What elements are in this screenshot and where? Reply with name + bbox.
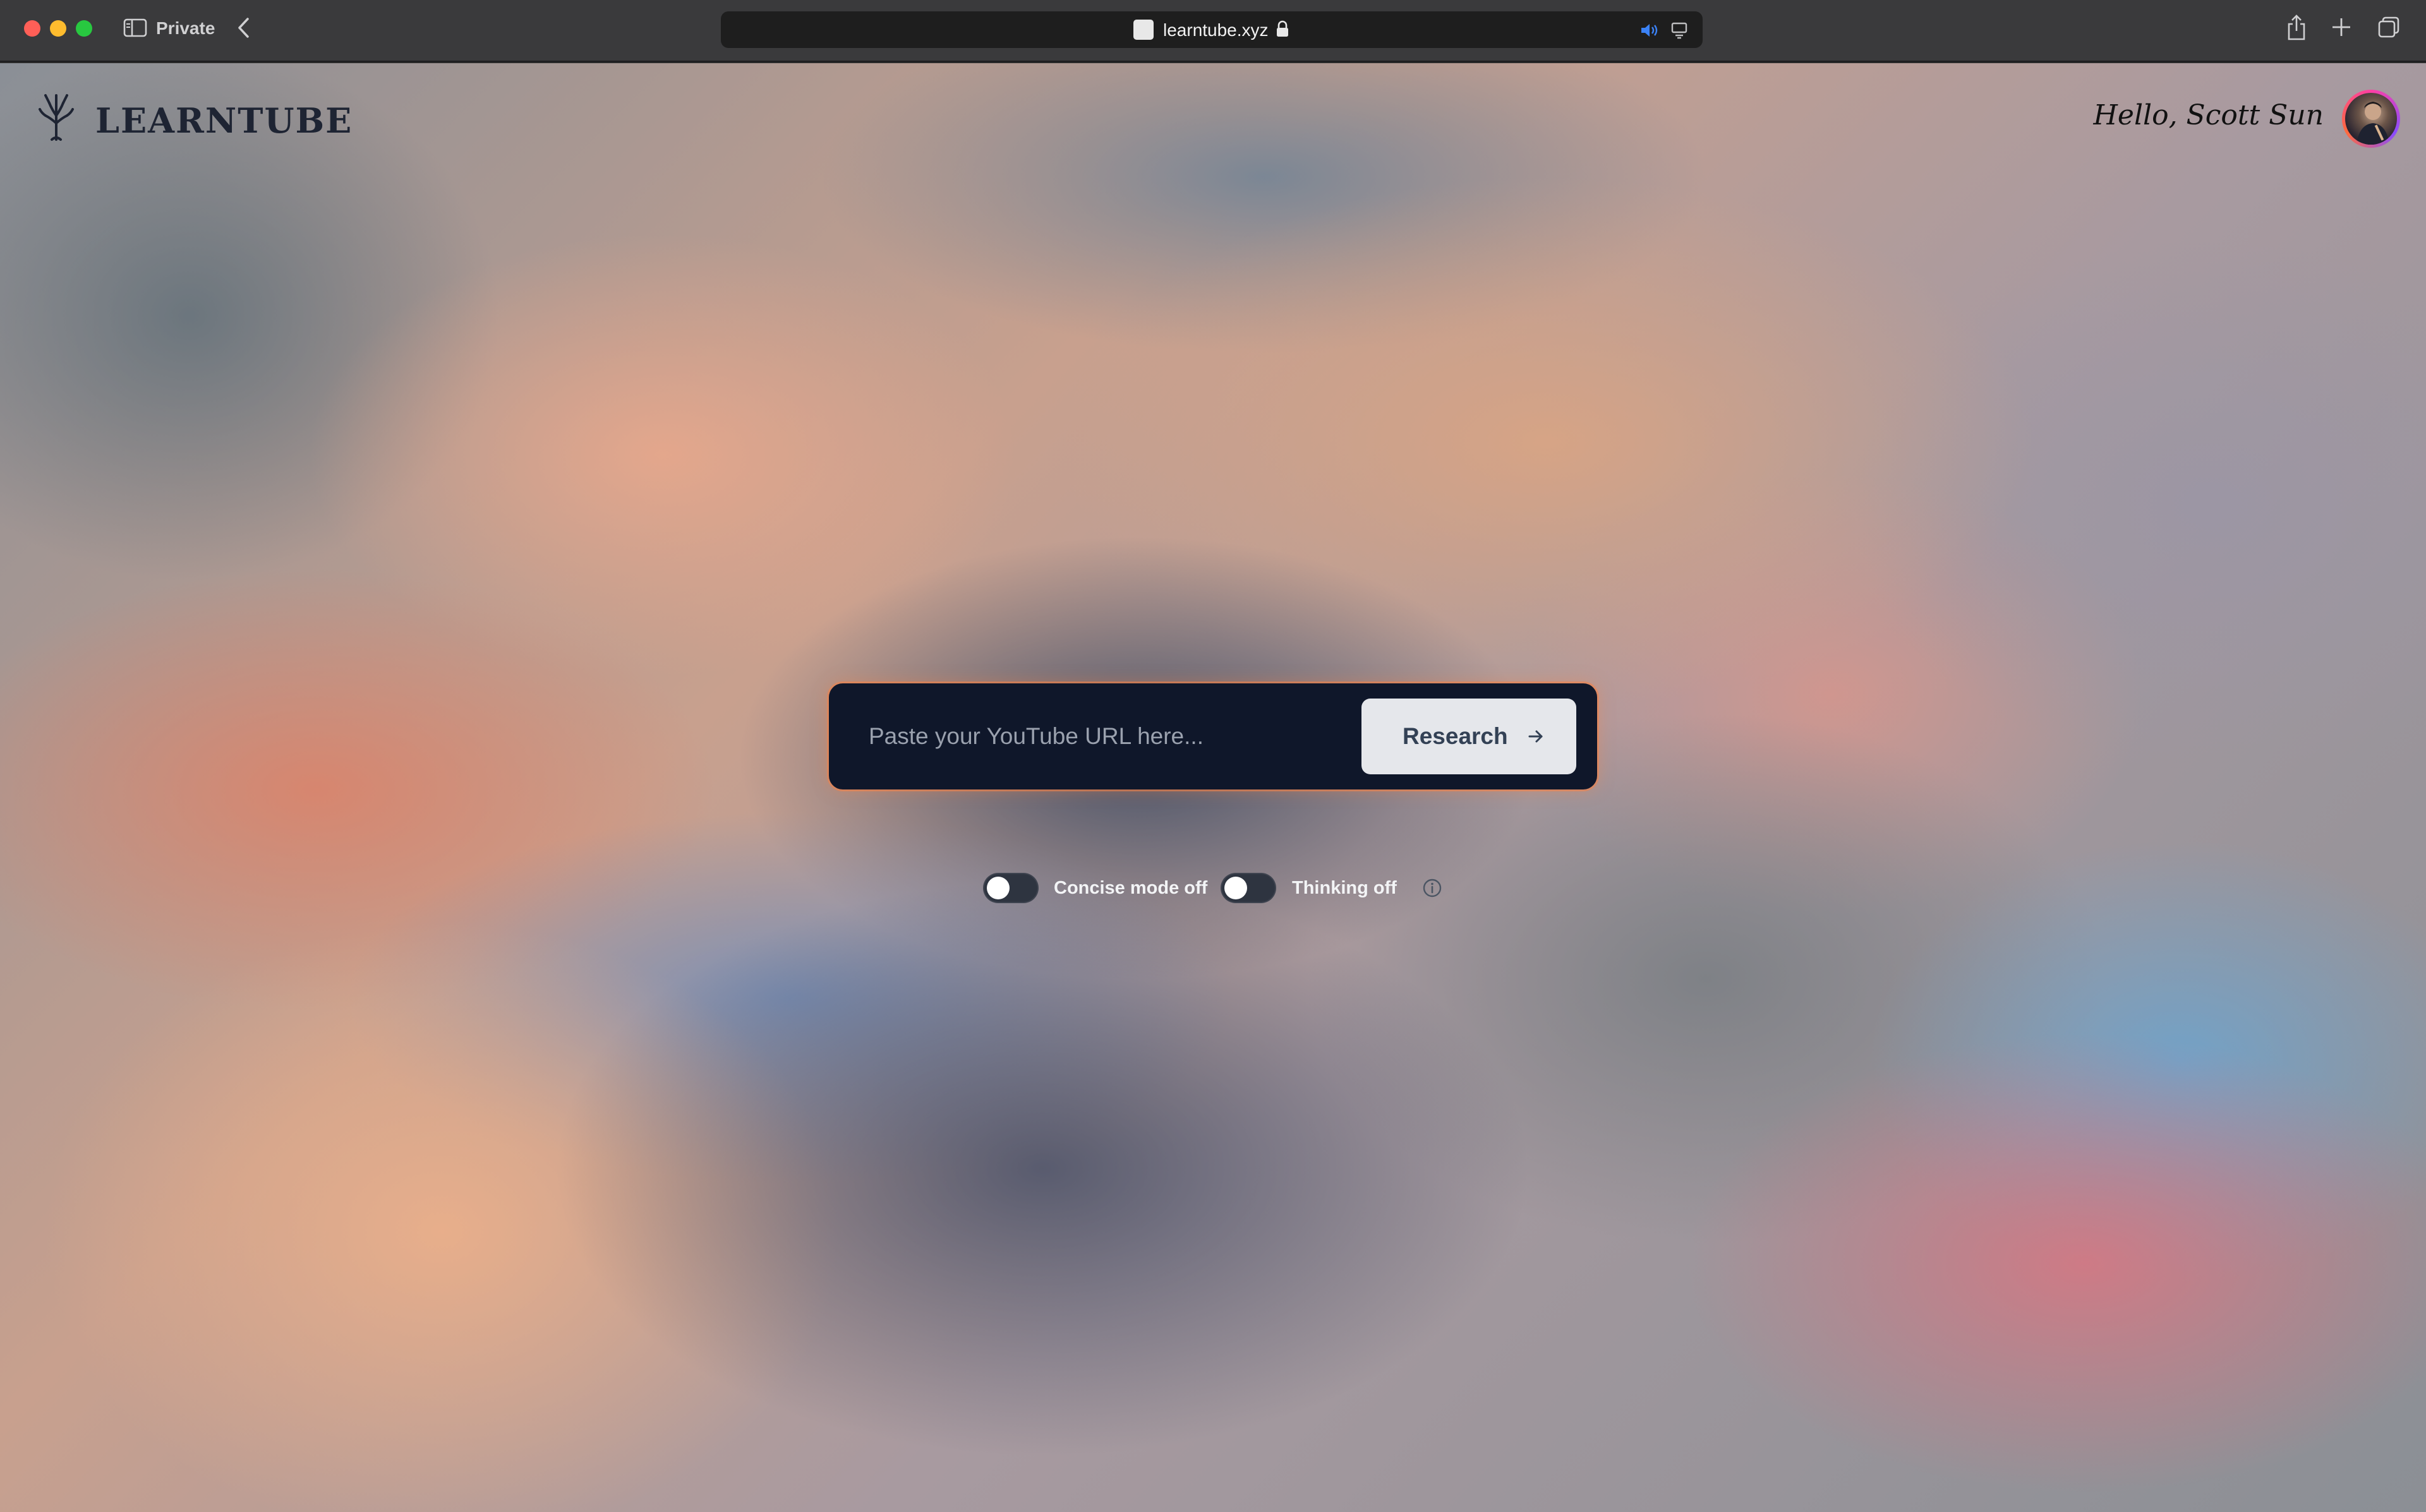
toggle-knob <box>987 877 1010 899</box>
thinking-toggle[interactable] <box>1221 873 1276 903</box>
info-icon[interactable] <box>1422 878 1442 898</box>
concise-mode-toggle[interactable] <box>983 873 1039 903</box>
youtube-url-input[interactable] <box>829 683 1353 789</box>
zoom-window-button[interactable] <box>76 20 92 37</box>
brand-name: LEARNTUBE <box>95 100 353 141</box>
toggle-knob <box>1224 877 1247 899</box>
user-greeting: Hello, Scott Sun <box>2093 99 2324 131</box>
arrow-right-icon <box>1528 730 1543 743</box>
research-button[interactable]: Research <box>1361 699 1576 774</box>
lock-icon <box>1277 20 1288 37</box>
tree-logo-icon <box>39 94 74 141</box>
back-button[interactable] <box>235 16 253 39</box>
new-tab-icon[interactable] <box>2331 16 2352 38</box>
reader-icon[interactable] <box>1670 21 1688 39</box>
tab-overview-icon[interactable] <box>2377 16 2400 39</box>
research-form: Research <box>829 683 1597 789</box>
speaker-icon[interactable] <box>1640 22 1660 39</box>
minimize-window-button[interactable] <box>50 20 66 37</box>
concise-mode-label: Concise mode off <box>1054 878 1208 898</box>
site-favicon <box>1133 20 1154 40</box>
avatar-photo <box>2345 93 2397 145</box>
thinking-label: Thinking off <box>1292 878 1397 898</box>
page-background: LEARNTUBE Hello, Scott Sun Research Conc… <box>0 63 2426 1512</box>
user-avatar[interactable] <box>2342 90 2400 148</box>
share-icon[interactable] <box>2286 14 2307 42</box>
site-url: learntube.xyz <box>1163 20 1269 40</box>
sidebar-toggle-icon[interactable] <box>123 18 147 37</box>
address-bar[interactable]: learntube.xyz <box>721 11 1703 48</box>
browser-toolbar: Private learntube.xyz <box>0 0 2426 62</box>
close-window-button[interactable] <box>24 20 40 37</box>
avatar-person-icon <box>2357 102 2389 145</box>
research-button-label: Research <box>1403 723 1508 749</box>
private-mode-label: Private <box>156 18 215 38</box>
